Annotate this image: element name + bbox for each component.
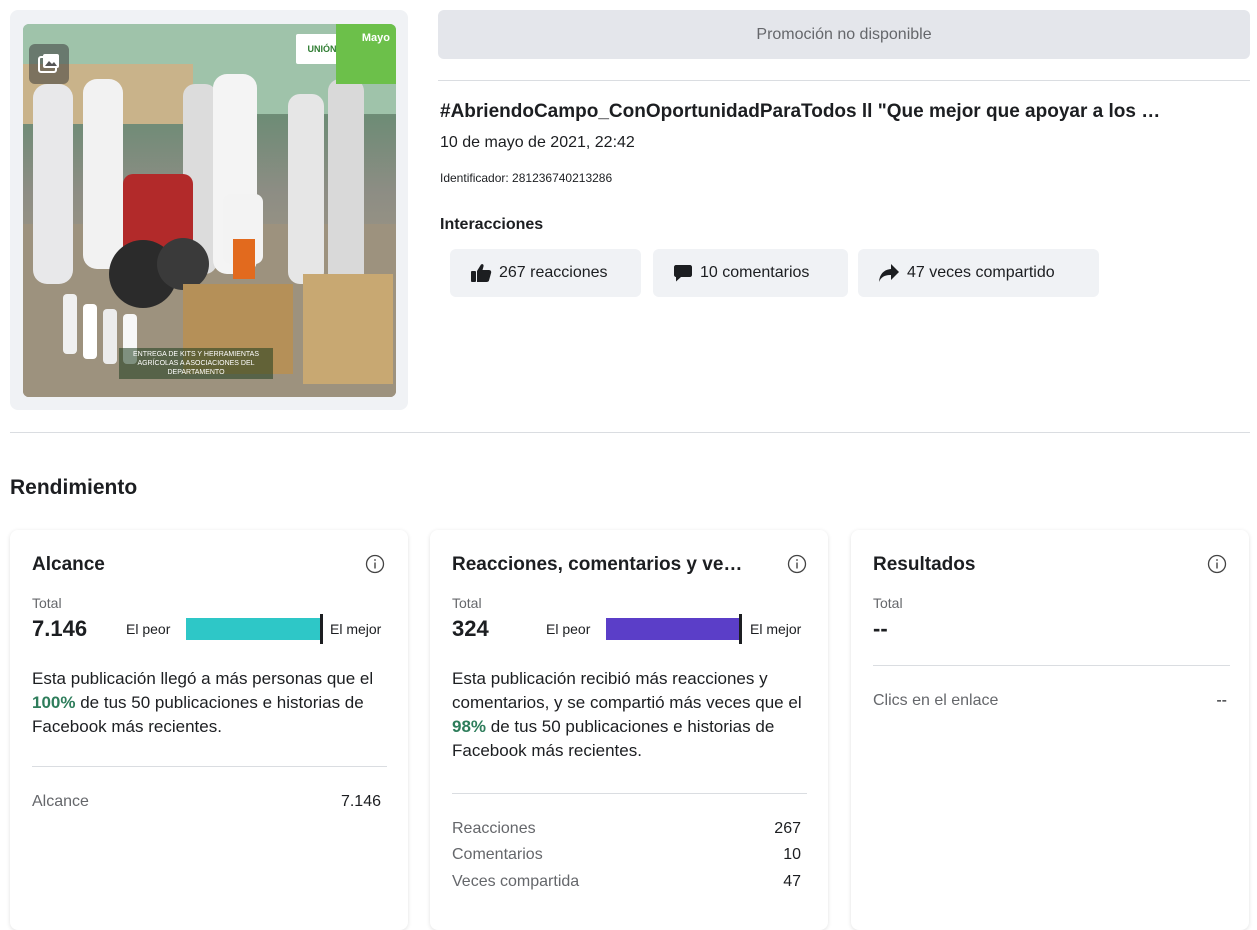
shares-count: 47 veces compartido — [907, 264, 1055, 281]
promotion-unavailable-button[interactable]: Promoción no disponible — [438, 10, 1250, 59]
info-icon[interactable] — [365, 554, 385, 574]
engagement-worst-label: El peor — [546, 621, 591, 637]
post-title: #AbriendoCampo_ConOportunidadParaTodos l… — [440, 101, 1161, 122]
engagement-description: Esta publicación recibió más reacciones … — [452, 669, 802, 760]
post-identifier: Identificador: 281236740213286 — [440, 171, 613, 185]
results-card: Resultados Total -- Clics en el enlace -… — [851, 530, 1249, 930]
photo-icon — [29, 44, 69, 84]
reach-row-value: 7.146 — [340, 793, 381, 810]
results-row-value: -- — [1216, 692, 1227, 709]
thumbs-up-icon — [471, 264, 492, 282]
engagement-row-value: 10 — [783, 846, 801, 863]
post-image[interactable]: UNIÓN Mayo ENTREGA DE KITS Y HERRAMIENTA… — [23, 24, 396, 397]
reach-total-value: 7.146 — [32, 616, 88, 641]
divider — [452, 793, 807, 794]
shares-pill[interactable]: 47 veces compartido — [858, 249, 1099, 297]
results-title: Resultados — [873, 554, 976, 575]
divider — [10, 432, 1250, 433]
results-total-value: -- — [873, 616, 888, 641]
engagement-row-value: 267 — [774, 820, 801, 837]
engagement-bar-fill — [606, 618, 740, 640]
engagement-total-label: Total — [452, 595, 482, 611]
divider — [32, 766, 387, 767]
engagement-best-label: El mejor — [750, 621, 802, 637]
engagement-card: Reacciones, comentarios y ve… Total 324 … — [430, 530, 828, 930]
comments-count: 10 comentarios — [700, 264, 810, 281]
reach-best-label: El mejor — [330, 621, 382, 637]
reach-bar-marker — [320, 614, 323, 644]
image-caption: ENTREGA DE KITS Y HERRAMIENTAS AGRÍCOLAS… — [119, 348, 273, 379]
interactions-heading: Interacciones — [440, 216, 544, 233]
info-icon[interactable] — [1207, 554, 1227, 574]
info-icon[interactable] — [787, 554, 807, 574]
performance-heading: Rendimiento — [10, 476, 138, 499]
month-tag: Mayo — [336, 24, 396, 84]
engagement-bar-marker — [739, 614, 742, 644]
reach-total-label: Total — [32, 595, 62, 611]
reactions-count: 267 reacciones — [499, 264, 608, 281]
reach-bar-fill — [186, 618, 322, 640]
divider — [873, 665, 1230, 666]
reach-card: Alcance Total 7.146 El peor El mejor Est… — [10, 530, 408, 930]
engagement-row-label: Veces compartida — [452, 873, 580, 890]
reach-worst-label: El peor — [126, 621, 171, 637]
reach-title: Alcance — [32, 554, 105, 575]
results-total-label: Total — [873, 595, 903, 611]
engagement-total-value: 324 — [452, 616, 489, 641]
post-date: 10 de mayo de 2021, 22:42 — [440, 134, 635, 151]
engagement-row-value: 47 — [783, 873, 801, 890]
comments-pill[interactable]: 10 comentarios — [653, 249, 848, 297]
reactions-pill[interactable]: 267 reacciones — [450, 249, 641, 297]
comment-icon — [674, 265, 692, 282]
engagement-row-label: Reacciones — [452, 820, 536, 837]
engagement-title: Reacciones, comentarios y ve… — [452, 554, 743, 575]
post-thumbnail-card: UNIÓN Mayo ENTREGA DE KITS Y HERRAMIENTA… — [10, 10, 408, 410]
reach-description: Esta publicación llegó a más personas qu… — [32, 669, 374, 736]
engagement-comparison-bar — [606, 614, 742, 644]
reach-comparison-bar — [186, 614, 323, 644]
share-arrow-icon — [879, 264, 899, 282]
reach-row-label: Alcance — [32, 793, 89, 810]
results-row-label: Clics en el enlace — [873, 692, 999, 709]
divider — [438, 80, 1250, 81]
engagement-row-label: Comentarios — [452, 846, 543, 863]
